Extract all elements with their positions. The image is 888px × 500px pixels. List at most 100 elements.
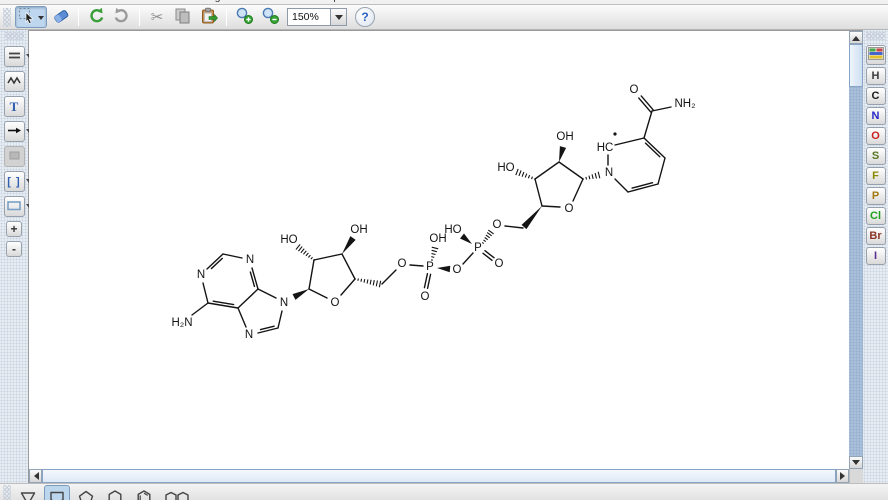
menu-item-ring[interactable]: Ring bbox=[199, 0, 221, 3]
reaction-arrow-tool-button[interactable] bbox=[3, 121, 32, 142]
ring-template-fused-rings[interactable] bbox=[160, 485, 194, 500]
copy-button[interactable] bbox=[171, 6, 195, 28]
bond[interactable] bbox=[237, 307, 247, 328]
minus-charge-button[interactable]: - bbox=[6, 241, 22, 257]
menu-item-edit[interactable]: Edit bbox=[33, 0, 51, 3]
atom-label[interactable]: N bbox=[197, 269, 205, 281]
right-toolbar-grip[interactable] bbox=[866, 32, 885, 40]
atom-label[interactable]: HO bbox=[444, 224, 461, 236]
bond[interactable] bbox=[614, 178, 629, 193]
horizontal-scroll-track[interactable] bbox=[42, 469, 836, 483]
menu-item-structure[interactable]: Structure bbox=[231, 0, 274, 3]
chain-tool-button[interactable] bbox=[3, 71, 25, 92]
bond[interactable] bbox=[651, 106, 672, 112]
element-button-cl[interactable]: Cl bbox=[865, 207, 886, 225]
ring-template-square[interactable] bbox=[44, 485, 70, 500]
double-bond-line[interactable] bbox=[426, 273, 432, 290]
atom-label[interactable]: HO bbox=[280, 234, 297, 246]
wedge-bond[interactable] bbox=[292, 289, 309, 300]
bond[interactable] bbox=[308, 259, 315, 290]
select-tool-button[interactable] bbox=[15, 6, 47, 28]
wedge-bond[interactable] bbox=[342, 236, 356, 254]
atom-label[interactable]: N bbox=[605, 167, 613, 179]
wedge-bond[interactable] bbox=[437, 265, 451, 273]
bond[interactable] bbox=[534, 178, 543, 207]
bond[interactable] bbox=[381, 269, 397, 285]
bond[interactable] bbox=[614, 137, 645, 146]
menu-item-file[interactable]: File bbox=[6, 0, 23, 3]
atom-label[interactable]: O bbox=[421, 291, 430, 303]
left-toolbar-grip[interactable] bbox=[4, 32, 24, 40]
atom-label[interactable]: O bbox=[565, 203, 574, 215]
ring-template-pentagon[interactable] bbox=[73, 485, 99, 500]
zoom-level-combo[interactable]: 150% bbox=[287, 8, 347, 26]
atom-label[interactable]: N bbox=[245, 329, 253, 341]
atom-label[interactable]: HO bbox=[497, 162, 514, 174]
double-bond-line[interactable] bbox=[423, 272, 429, 289]
template-toolbar-grip[interactable] bbox=[3, 485, 11, 500]
ring-template-triangle[interactable] bbox=[15, 485, 41, 500]
bond[interactable] bbox=[202, 282, 209, 304]
atom-label[interactable]: O bbox=[398, 258, 407, 270]
bond[interactable] bbox=[191, 302, 209, 316]
atom-label[interactable]: OH bbox=[350, 224, 367, 236]
zoom-out-button[interactable] bbox=[258, 6, 282, 28]
atom-label[interactable]: O bbox=[493, 219, 502, 231]
element-button-c[interactable]: C bbox=[865, 87, 886, 105]
atom-label[interactable]: P bbox=[426, 261, 434, 273]
element-button-p[interactable]: P bbox=[865, 187, 886, 205]
zoom-level-value[interactable]: 150% bbox=[287, 8, 331, 26]
bond[interactable] bbox=[308, 288, 328, 299]
bond[interactable] bbox=[257, 288, 277, 299]
atom-label[interactable]: O bbox=[331, 297, 340, 309]
zoom-in-button[interactable] bbox=[232, 6, 256, 28]
bond[interactable] bbox=[657, 157, 666, 185]
element-button-f[interactable]: F bbox=[865, 167, 886, 185]
bond[interactable] bbox=[572, 178, 584, 202]
element-button-s[interactable]: S bbox=[865, 147, 886, 165]
bond[interactable] bbox=[237, 288, 259, 309]
bond-tool-button[interactable] bbox=[3, 46, 32, 67]
bond[interactable] bbox=[504, 225, 524, 229]
periodic-table-button[interactable] bbox=[865, 45, 886, 65]
bond[interactable] bbox=[541, 205, 561, 208]
atom-label[interactable]: H₂N bbox=[171, 317, 192, 329]
cut-button[interactable]: ✂ bbox=[145, 6, 169, 28]
atom-label[interactable]: O bbox=[495, 258, 504, 270]
plus-charge-button[interactable]: + bbox=[6, 221, 22, 237]
bond[interactable] bbox=[341, 253, 356, 280]
bond[interactable] bbox=[558, 161, 584, 180]
vertical-scroll-track[interactable] bbox=[849, 44, 863, 456]
scroll-right-button[interactable] bbox=[836, 469, 849, 483]
bond[interactable] bbox=[340, 278, 356, 296]
atom-label[interactable]: NH₂ bbox=[674, 98, 695, 110]
select-tool-dropdown-arrow[interactable] bbox=[38, 15, 44, 23]
atom-label[interactable]: OH bbox=[556, 131, 573, 143]
menu-item-tools[interactable]: Tools bbox=[283, 0, 308, 3]
wedge-bond[interactable] bbox=[559, 146, 567, 162]
menu-item-help[interactable]: Help bbox=[318, 0, 340, 3]
redo-button[interactable] bbox=[110, 6, 134, 28]
drawing-canvas[interactable]: H₂N N N N N HO OH O O P OH O O P HO O O O OH HO N HC O NH₂ bbox=[29, 31, 849, 469]
bond[interactable] bbox=[409, 264, 424, 267]
element-button-h[interactable]: H bbox=[865, 67, 886, 85]
bond[interactable] bbox=[313, 253, 343, 261]
ring-template-hexagon[interactable] bbox=[102, 485, 128, 500]
bond[interactable] bbox=[277, 310, 283, 329]
horizontal-scrollbar[interactable] bbox=[29, 469, 849, 483]
menu-item-atom[interactable]: Atom bbox=[130, 0, 155, 3]
bond[interactable] bbox=[643, 137, 666, 159]
atom-label[interactable]: N bbox=[246, 254, 254, 266]
bond[interactable] bbox=[643, 110, 653, 139]
menu-item-bond[interactable]: Bond bbox=[164, 0, 189, 3]
atom-label[interactable]: N bbox=[280, 297, 288, 309]
undo-button[interactable] bbox=[84, 6, 108, 28]
element-button-n[interactable]: N bbox=[865, 107, 886, 125]
atom-label[interactable]: HC bbox=[597, 142, 614, 154]
scroll-down-button[interactable] bbox=[849, 456, 863, 469]
atom-label[interactable]: P bbox=[474, 242, 482, 254]
bond[interactable] bbox=[462, 252, 474, 265]
element-button-br[interactable]: Br bbox=[865, 227, 886, 245]
wedge-bond[interactable] bbox=[521, 206, 542, 230]
scroll-up-button[interactable] bbox=[849, 31, 863, 44]
